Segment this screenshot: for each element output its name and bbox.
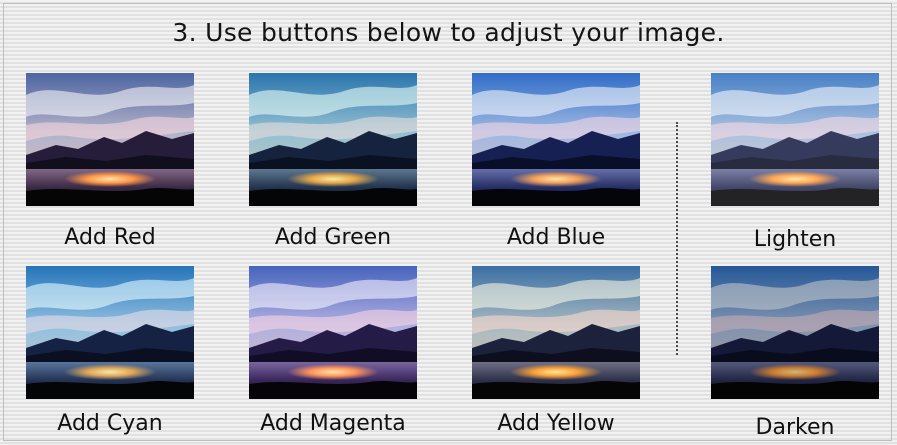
add-cyan-preview-image — [26, 266, 194, 399]
add-red-preview-image — [26, 73, 194, 206]
lighten-preview-image — [711, 73, 879, 206]
landscape-thumbnail — [249, 266, 417, 399]
add-blue-preview-image — [472, 73, 640, 206]
add-magenta-label: Add Magenta — [260, 411, 406, 436]
add-yellow-label: Add Yellow — [497, 411, 615, 436]
landscape-thumbnail — [472, 73, 640, 206]
landscape-thumbnail — [472, 266, 640, 399]
instruction-heading: 3. Use buttons below to adjust your imag… — [172, 18, 725, 47]
landscape-thumbnail — [711, 73, 879, 206]
add-green-preview-image — [249, 73, 417, 206]
add-red-label: Add Red — [64, 225, 156, 250]
landscape-thumbnail — [26, 73, 194, 206]
darken-preview-image — [711, 266, 879, 399]
vertical-dotted-divider — [676, 122, 678, 355]
add-green-label: Add Green — [274, 225, 392, 250]
add-blue-label: Add Blue — [506, 225, 606, 250]
add-yellow-preview-image — [472, 266, 640, 399]
lighten-label: Lighten — [753, 227, 837, 252]
landscape-thumbnail — [249, 73, 417, 206]
add-cyan-label: Add Cyan — [57, 411, 163, 436]
darken-label: Darken — [755, 415, 835, 440]
landscape-thumbnail — [711, 266, 879, 399]
landscape-thumbnail — [26, 266, 194, 399]
add-magenta-preview-image — [249, 266, 417, 399]
